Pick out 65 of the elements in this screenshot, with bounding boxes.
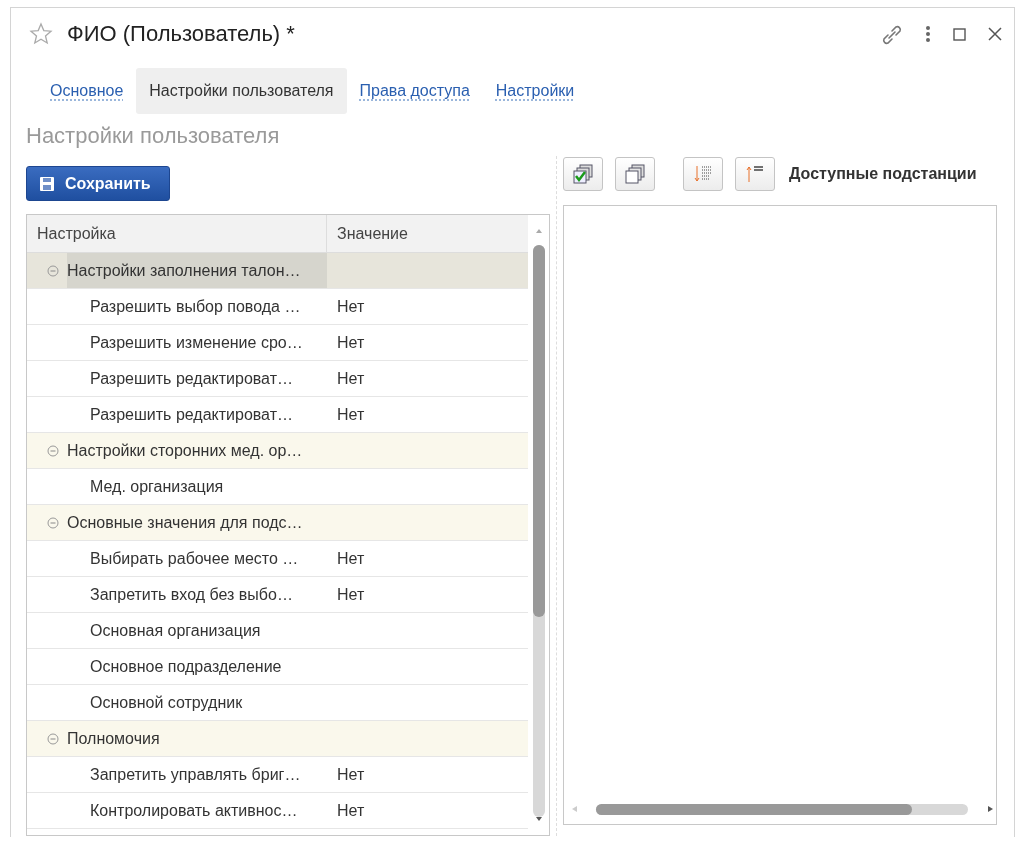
more-icon[interactable] [925,25,931,43]
tab[interactable]: Настройки пользователя [136,68,347,114]
setting-value: Нет [337,369,365,388]
tree-row[interactable]: Выбирать рабочее место … Нет [27,541,528,577]
group-name: Настройки сторонних мед. ор… [67,441,303,460]
group-row[interactable]: Настройки сторонних мед. ор… [27,433,528,469]
setting-value: Нет [337,549,365,568]
setting-value: Нет [337,297,365,316]
setting-name: Запретить управлять бриг… [90,765,301,784]
setting-name: Разрешить редактироват… [90,369,293,388]
tree-row[interactable]: Основная организация [27,613,528,649]
setting-name: Основная организация [90,621,261,640]
column-header[interactable]: Значение [327,215,408,252]
save-button[interactable]: Сохранить [26,166,170,201]
setting-value: Нет [337,405,365,424]
check-all-icon [573,164,593,184]
setting-name: Основной сотрудник [90,693,243,712]
panel-title: Доступные подстанции [789,165,977,183]
group-row[interactable]: Полномочия [27,721,528,757]
setting-name: Выбирать рабочее место … [90,549,299,568]
sort-descending-button[interactable] [683,157,723,191]
maximize-icon[interactable] [953,27,966,41]
sort-descending-icon [693,164,713,184]
tree-row[interactable]: Основное подразделение [27,649,528,685]
tree-row[interactable]: Разрешить изменение сро… Нет [27,325,528,361]
collapse-icon[interactable] [47,732,59,745]
star-icon[interactable] [29,22,53,46]
tab[interactable]: Настройки [482,68,588,114]
setting-value: Нет [337,333,365,352]
tab[interactable]: Права доступа [346,68,483,114]
tree-row[interactable]: Запретить управлять бриг… Нет [27,757,528,793]
collapse-icon[interactable] [47,264,59,277]
group-row[interactable]: Основные значения для подс… [27,505,528,541]
setting-value: Нет [337,585,365,604]
close-icon[interactable] [988,27,1002,41]
check-all-button[interactable] [563,157,603,191]
column-header[interactable]: Настройка [27,215,327,252]
setting-name: Разрешить редактироват… [90,405,293,424]
setting-value: Нет [337,801,365,820]
setting-name: Мед. организация [90,477,224,496]
setting-value: Нет [337,765,365,784]
setting-name: Разрешить выбор повода … [90,297,301,316]
save-icon [39,175,55,192]
tree-row[interactable]: Разрешить редактироват… Нет [27,361,528,397]
window-title: ФИО (Пользователь) * [67,21,296,47]
sort-ascending-icon [745,164,765,184]
section-title: Настройки пользователя [26,123,281,150]
setting-name: Основное подразделение [90,657,282,676]
tree-row[interactable]: Запретить вход без выбо… Нет [27,577,528,613]
group-row[interactable]: Настройки заполнения талон… [27,253,528,289]
group-name: Настройки заполнения талон… [67,253,327,288]
group-name: Основные значения для подс… [67,513,303,532]
tree-row[interactable]: Разрешить выбор повода … Нет [27,289,528,325]
collapse-icon[interactable] [47,444,59,457]
tree-row[interactable]: Контролировать активнос… Нет [27,793,528,829]
group-name: Полномочия [67,729,160,748]
uncheck-all-button[interactable] [615,157,655,191]
sort-ascending-button[interactable] [735,157,775,191]
tab[interactable]: Основное [37,68,137,114]
setting-name: Разрешить изменение сро… [90,333,303,352]
uncheck-all-icon [625,164,645,184]
collapse-icon[interactable] [47,516,59,529]
substation-list[interactable] [563,205,997,825]
setting-name: Контролировать активнос… [90,801,298,820]
setting-name: Запретить вход без выбо… [90,585,293,604]
